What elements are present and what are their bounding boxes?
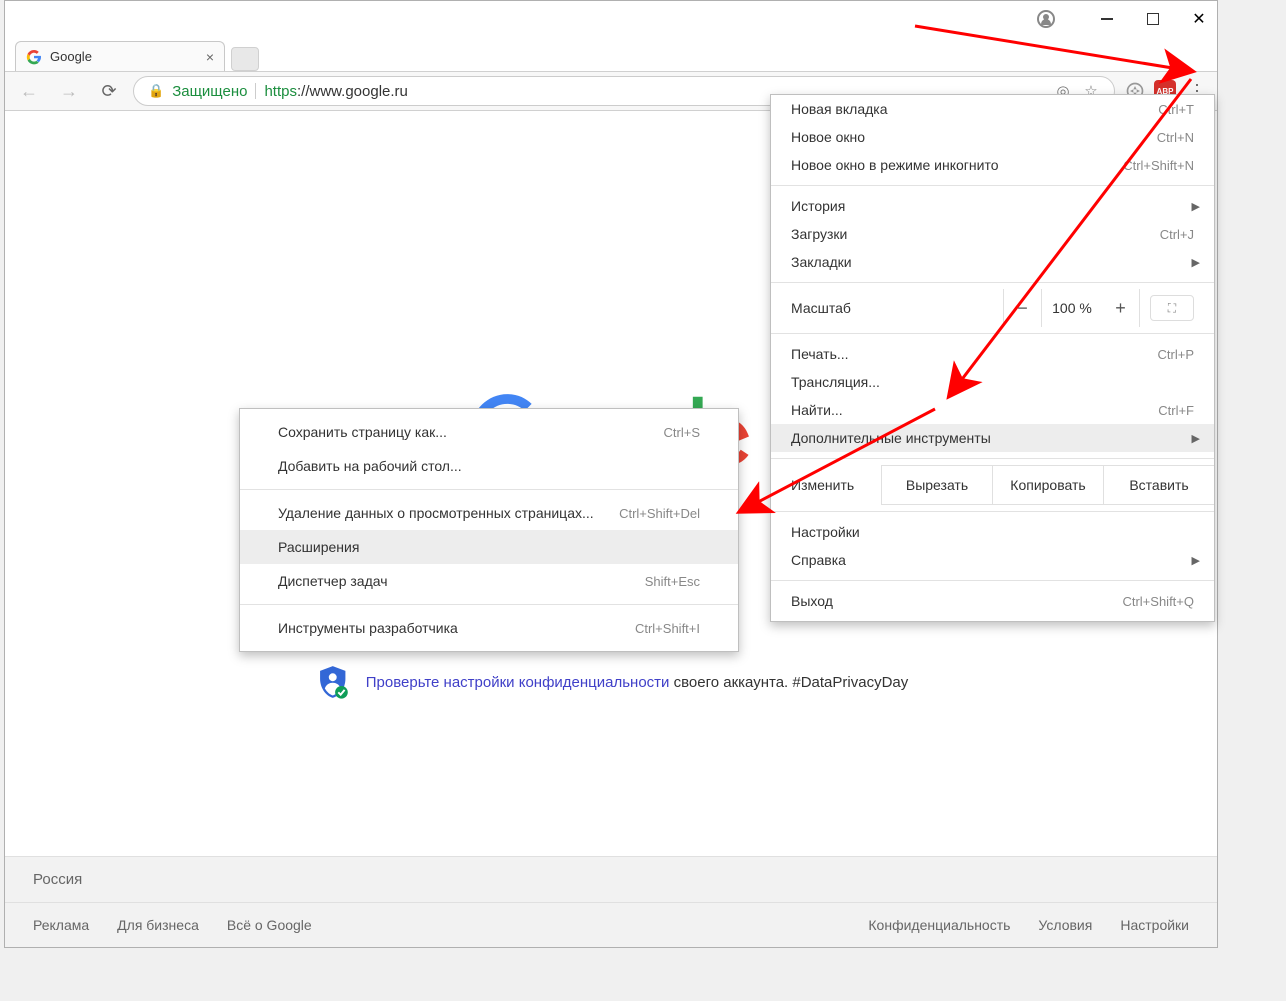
menu-exit[interactable]: ВыходCtrl+Shift+Q — [771, 587, 1214, 615]
window-close-button[interactable] — [1185, 5, 1213, 33]
footer-left-links: Реклама Для бизнеса Всё о Google — [33, 917, 312, 933]
zoom-value: 100 % — [1042, 300, 1102, 316]
secure-label: Защищено — [172, 83, 247, 100]
back-button[interactable]: ← — [13, 75, 45, 107]
fullscreen-button[interactable]: ⛶ — [1150, 295, 1194, 321]
window-minimize-button[interactable] — [1093, 5, 1121, 33]
new-tab-button[interactable] — [231, 47, 259, 71]
reload-button[interactable]: ⟳ — [93, 75, 125, 107]
privacy-link[interactable]: Проверьте настройки конфиденциальности — [366, 674, 670, 691]
menu-incognito[interactable]: Новое окно в режиме инкогнитоCtrl+Shift+… — [771, 151, 1214, 179]
menu-help[interactable]: Справка▶ — [771, 546, 1214, 574]
zoom-in-button[interactable]: + — [1102, 289, 1140, 327]
chevron-right-icon: ▶ — [1192, 432, 1200, 445]
menu-cast[interactable]: Трансляция... — [771, 368, 1214, 396]
menu-zoom-row: Масштаб − 100 % + ⛶ — [771, 289, 1214, 327]
menu-new-tab[interactable]: Новая вкладкаCtrl+T — [771, 95, 1214, 123]
footer-country: Россия — [5, 857, 1217, 903]
menu-edit-row: Изменить Вырезать Копировать Вставить — [771, 465, 1214, 505]
url-text: https://www.google.ru — [264, 83, 407, 100]
menu-history[interactable]: История▶ — [771, 192, 1214, 220]
menu-more-tools[interactable]: Дополнительные инструменты▶ — [771, 424, 1214, 452]
tab-close-button[interactable]: × — [206, 49, 214, 65]
menu-separator — [771, 185, 1214, 186]
more-tools-submenu: Сохранить страницу как...Ctrl+S Добавить… — [239, 408, 739, 652]
submenu-add-desktop[interactable]: Добавить на рабочий стол... — [240, 449, 738, 483]
footer-link-business[interactable]: Для бизнеса — [117, 917, 199, 933]
menu-new-window[interactable]: Новое окноCtrl+N — [771, 123, 1214, 151]
tab-title: Google — [50, 49, 92, 64]
chevron-right-icon: ▶ — [1192, 200, 1200, 213]
privacy-text: Проверьте настройки конфиденциальности с… — [366, 674, 909, 691]
window-titlebar — [5, 1, 1217, 37]
separator — [255, 83, 256, 99]
forward-button[interactable]: → — [53, 75, 85, 107]
menu-separator — [771, 333, 1214, 334]
chrome-main-menu: Новая вкладкаCtrl+T Новое окноCtrl+N Нов… — [770, 94, 1215, 622]
menu-settings[interactable]: Настройки — [771, 518, 1214, 546]
submenu-task-manager[interactable]: Диспетчер задачShift+Esc — [240, 564, 738, 598]
footer-link-privacy[interactable]: Конфиденциальность — [868, 917, 1010, 933]
submenu-save-as[interactable]: Сохранить страницу как...Ctrl+S — [240, 415, 738, 449]
google-favicon — [26, 49, 42, 65]
submenu-dev-tools[interactable]: Инструменты разработчикаCtrl+Shift+I — [240, 611, 738, 645]
submenu-separator — [240, 604, 738, 605]
window-maximize-button[interactable] — [1139, 5, 1167, 33]
menu-paste[interactable]: Вставить — [1104, 466, 1214, 504]
menu-print[interactable]: Печать...Ctrl+P — [771, 340, 1214, 368]
footer-link-ads[interactable]: Реклама — [33, 917, 89, 933]
tab-strip: Google × — [5, 37, 1217, 71]
profile-icon[interactable] — [1037, 10, 1055, 28]
footer-right-links: Конфиденциальность Условия Настройки — [868, 917, 1189, 933]
chevron-right-icon: ▶ — [1192, 554, 1200, 567]
footer-link-about[interactable]: Всё о Google — [227, 917, 312, 933]
menu-separator — [771, 458, 1214, 459]
privacy-shield-icon — [314, 663, 352, 701]
tab-google[interactable]: Google × — [15, 41, 225, 71]
menu-bookmarks[interactable]: Закладки▶ — [771, 248, 1214, 276]
menu-separator — [771, 282, 1214, 283]
submenu-clear-data[interactable]: Удаление данных о просмотренных страница… — [240, 496, 738, 530]
menu-separator — [771, 511, 1214, 512]
browser-window: Google × ← → ⟳ 🔒 Защищено https://www.go… — [4, 0, 1218, 948]
lock-icon: 🔒 — [148, 83, 164, 99]
zoom-out-button[interactable]: − — [1004, 289, 1042, 327]
menu-find[interactable]: Найти...Ctrl+F — [771, 396, 1214, 424]
footer-link-settings[interactable]: Настройки — [1120, 917, 1189, 933]
footer-link-terms[interactable]: Условия — [1038, 917, 1092, 933]
submenu-extensions[interactable]: Расширения — [240, 530, 738, 564]
menu-cut[interactable]: Вырезать — [882, 466, 993, 504]
chevron-right-icon: ▶ — [1192, 256, 1200, 269]
privacy-banner: Проверьте настройки конфиденциальности с… — [314, 663, 909, 701]
footer: Россия Реклама Для бизнеса Всё о Google … — [5, 856, 1217, 947]
submenu-separator — [240, 489, 738, 490]
menu-downloads[interactable]: ЗагрузкиCtrl+J — [771, 220, 1214, 248]
menu-copy[interactable]: Копировать — [993, 466, 1104, 504]
menu-separator — [771, 580, 1214, 581]
